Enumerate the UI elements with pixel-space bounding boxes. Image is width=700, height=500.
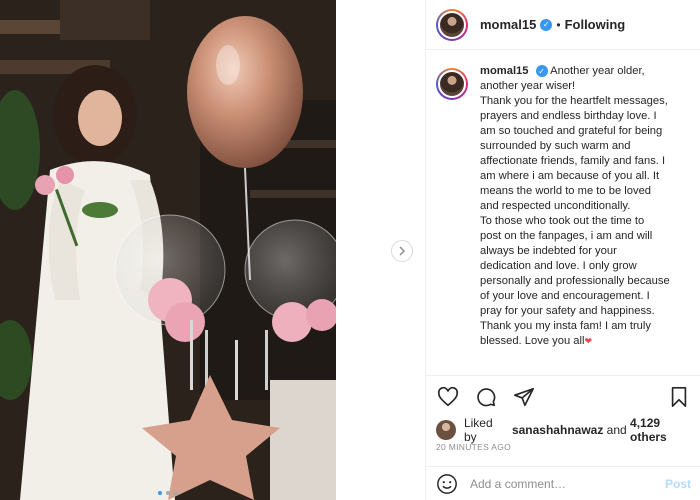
caption-line: blessed. Love you all bbox=[480, 335, 585, 347]
caption-line: another year wiser! bbox=[480, 80, 576, 92]
timestamp[interactable]: 20 MINUTES AGO bbox=[436, 442, 511, 452]
caption-line: of your love and encouragement. I bbox=[480, 290, 650, 302]
caption-avatar[interactable] bbox=[436, 68, 468, 100]
caption-line: pray for your safety and happiness. bbox=[480, 305, 655, 317]
verified-badge-icon: ✓ bbox=[535, 65, 548, 78]
caption-line: prayers and endless birthday love. I bbox=[480, 110, 657, 122]
post-header: momal15 ✓ • Following bbox=[426, 0, 700, 50]
caption-line: personally and professionally because bbox=[480, 275, 670, 287]
caption-line: surrounded by such warm and bbox=[480, 140, 631, 152]
liker-avatar[interactable] bbox=[436, 420, 456, 440]
comment-icon[interactable] bbox=[474, 385, 498, 409]
caption-text: momal15 ✓ Another year older, another ye… bbox=[480, 64, 691, 349]
header-username[interactable]: momal15 bbox=[480, 17, 536, 32]
post-sidebar: momal15 ✓ • Following momal15 ✓ Another … bbox=[425, 0, 700, 500]
comment-bar: Post bbox=[426, 466, 700, 500]
actions-bar bbox=[426, 375, 700, 417]
caption-line: Thank you for the heartfelt messages, bbox=[480, 95, 668, 107]
caption-line: always be indebted for your bbox=[480, 245, 617, 257]
heart-emoji-icon: ❤ bbox=[584, 336, 593, 346]
likes-conj: and bbox=[606, 423, 627, 437]
caption-line: Thank you my insta fam! I am truly bbox=[480, 320, 651, 332]
caption-line: am so touched and grateful for being bbox=[480, 125, 663, 137]
caption-line: post on the fanpages, i am and will bbox=[480, 230, 653, 242]
share-icon[interactable] bbox=[512, 385, 536, 409]
caption-line: Another year older, bbox=[550, 65, 645, 77]
caption-line: means the world to me to be loved bbox=[480, 185, 652, 197]
comment-input[interactable] bbox=[470, 476, 665, 491]
post-comment-button[interactable]: Post bbox=[665, 477, 691, 491]
caption-line: affectionate friends, family and fans. I bbox=[480, 155, 666, 167]
caption-area: momal15 ✓ Another year older, another ye… bbox=[426, 64, 700, 374]
likes-summary: Liked by sanashahnawaz and 4,129 others bbox=[436, 416, 700, 444]
liker-username[interactable]: sanashahnawaz bbox=[512, 423, 603, 437]
caption-line: dedication and love. I only grow bbox=[480, 260, 637, 272]
separator-dot: • bbox=[556, 17, 561, 32]
likes-count[interactable]: 4,129 others bbox=[630, 416, 700, 444]
bookmark-icon[interactable] bbox=[667, 385, 691, 409]
heart-icon[interactable] bbox=[436, 385, 460, 409]
chevron-right-icon[interactable] bbox=[391, 240, 413, 262]
verified-badge-icon: ✓ bbox=[540, 18, 553, 31]
likes-prefix: Liked by bbox=[463, 416, 493, 444]
caption-username[interactable]: momal15 bbox=[480, 65, 529, 77]
avatar[interactable] bbox=[436, 8, 468, 41]
photo-illustration bbox=[0, 0, 336, 500]
emoji-icon[interactable] bbox=[436, 473, 458, 495]
caption-line: To those who took out the time to bbox=[480, 215, 645, 227]
following-button[interactable]: Following bbox=[565, 17, 626, 32]
caption-line: and respected unconditionally. bbox=[480, 200, 631, 212]
caption-line: am where i am because of you all. It bbox=[480, 170, 660, 182]
post-photo[interactable] bbox=[0, 0, 336, 500]
